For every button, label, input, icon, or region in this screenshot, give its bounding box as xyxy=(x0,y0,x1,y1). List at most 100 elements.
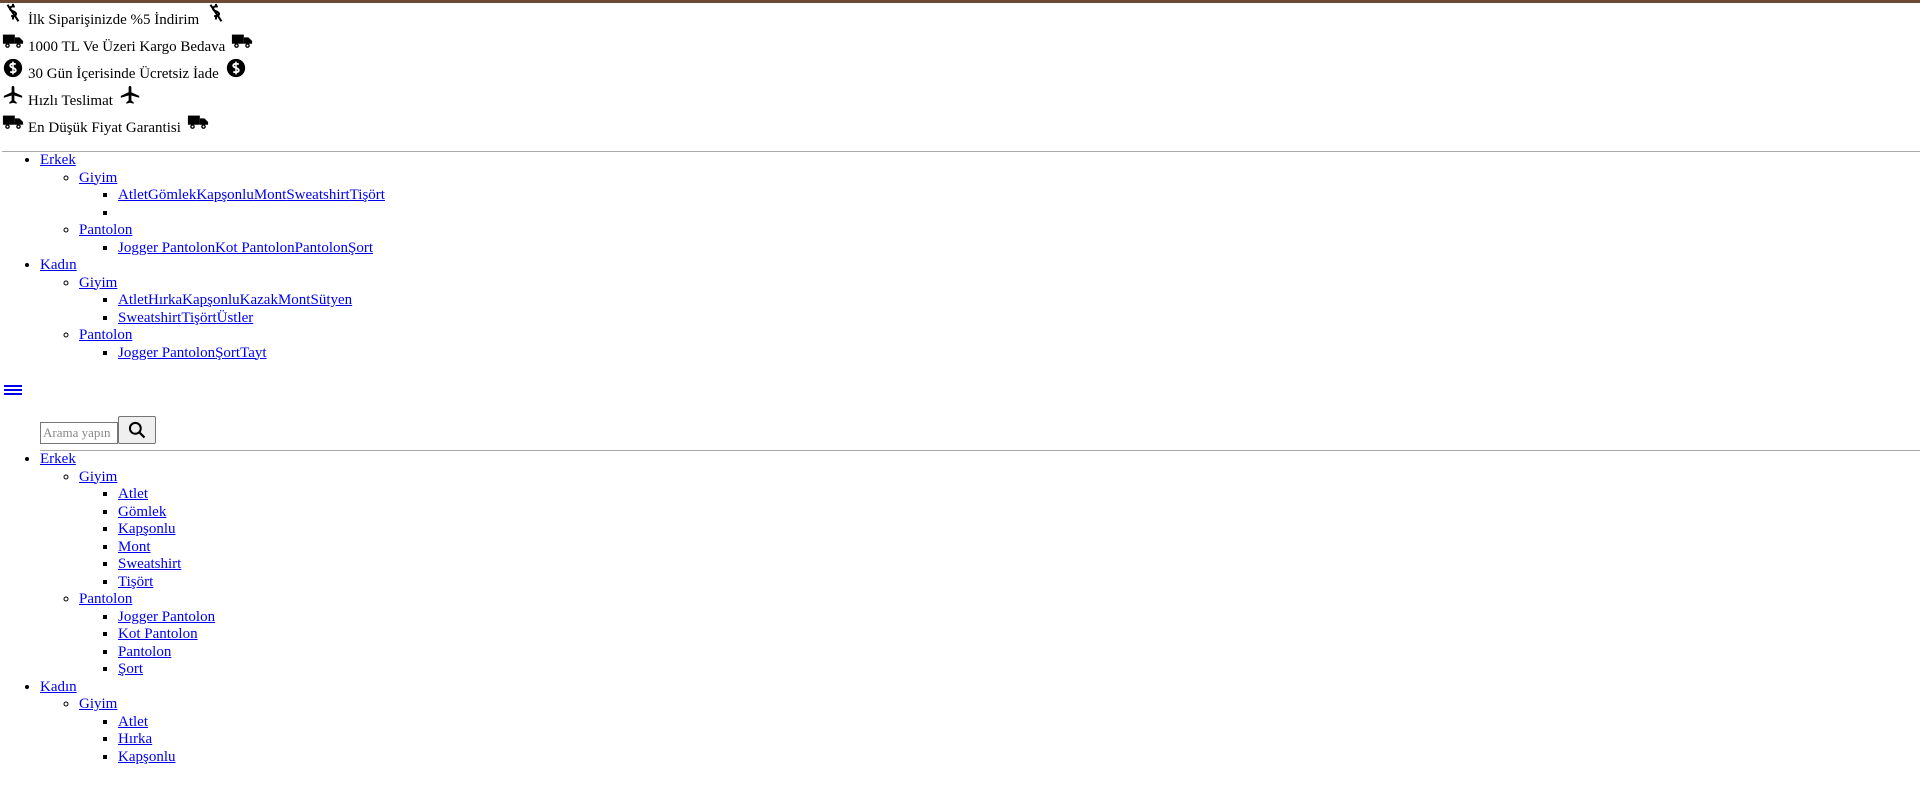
menu-item-kadin: Kadın Giyim AtletHırkaKapşonluKazakMontS… xyxy=(40,257,1920,362)
menu-link-sweatshirt[interactable]: Sweatshirt xyxy=(118,310,181,326)
plane-icon xyxy=(3,85,23,104)
menu-link-jogger-pantolon[interactable]: Jogger Pantolon xyxy=(118,345,215,361)
menu-link-pantolon[interactable]: Pantolon xyxy=(79,591,132,607)
menu-item-pantolon: Pantolon Jogger PantolonŞortTayt xyxy=(79,327,1920,362)
search-icon xyxy=(128,421,146,439)
menu-link-sort[interactable]: Şort xyxy=(118,661,143,677)
menu-item-kadin: Kadın Giyim Atlet Hırka Kapşonlu xyxy=(40,679,1920,767)
menu-link-tayt[interactable]: Tayt xyxy=(240,345,266,361)
list-item: Kapşonlu xyxy=(118,749,1920,767)
submenu: AtletGömlekKapşonluMontSweatshirtTişört xyxy=(79,187,1920,222)
submenu: Giyim Atlet Gömlek Kapşonlu Mont Sweatsh… xyxy=(40,469,1920,679)
menu-link-sort[interactable]: Şort xyxy=(215,345,240,361)
menu-row-empty xyxy=(118,205,1920,223)
promo-text: En Düşük Fiyat Garantisi xyxy=(28,120,181,136)
search-button[interactable] xyxy=(118,416,156,444)
submenu: Giyim Atlet Hırka Kapşonlu xyxy=(40,696,1920,766)
menu-link-kadin[interactable]: Kadın xyxy=(40,679,77,695)
promo-text: İlk Siparişinizde %5 İndirim xyxy=(28,12,200,28)
menu-link-giyim[interactable]: Giyim xyxy=(79,275,117,291)
menu-link-kadin[interactable]: Kadın xyxy=(40,257,77,273)
menu-item-erkek: Erkek Giyim Atlet Gömlek Kapşonlu Mont S… xyxy=(40,451,1920,679)
list-item: Şort xyxy=(118,661,1920,679)
menu-link-mont[interactable]: Mont xyxy=(118,539,151,555)
list-item: Mont xyxy=(118,539,1920,557)
menu-link-sort[interactable]: Şort xyxy=(348,240,373,256)
list-item: Gömlek xyxy=(118,504,1920,522)
submenu: Jogger PantolonKot PantolonPantolonŞort xyxy=(79,240,1920,258)
promo-list: İlk Siparişinizde %5 İndirim 1000 TL Ve … xyxy=(0,3,1920,138)
menu-link-erkek[interactable]: Erkek xyxy=(40,451,76,467)
menu-link-atlet[interactable]: Atlet xyxy=(118,292,148,308)
plane-icon xyxy=(120,85,140,104)
menu-row: Jogger PantolonŞortTayt xyxy=(118,345,1920,363)
menu-item-pantolon: Pantolon Jogger PantolonKot PantolonPant… xyxy=(79,222,1920,257)
menu-link-giyim[interactable]: Giyim xyxy=(79,469,117,485)
truck-icon xyxy=(187,115,208,129)
menu-row: Jogger PantolonKot PantolonPantolonŞort xyxy=(118,240,1920,258)
promo-text: 30 Gün İçerisinde Ücretsiz İade xyxy=(28,66,219,82)
menu-link-tisort[interactable]: Tişört xyxy=(350,187,385,203)
menu-link-tisort[interactable]: Tişört xyxy=(118,574,153,590)
menu-item-pantolon: Pantolon Jogger Pantolon Kot Pantolon Pa… xyxy=(79,591,1920,679)
list-item: Kot Pantolon xyxy=(118,626,1920,644)
menu-link-atlet[interactable]: Atlet xyxy=(118,486,148,502)
submenu: AtletHırkaKapşonluKazakMontSütyen Sweats… xyxy=(79,292,1920,327)
list-item: Atlet xyxy=(118,714,1920,732)
menu-row: AtletGömlekKapşonluMontSweatshirtTişört xyxy=(118,187,1920,205)
menu-link-pantolon[interactable]: Pantolon xyxy=(79,327,132,343)
menu-link-atlet[interactable]: Atlet xyxy=(118,714,148,730)
menu-link-pantolon[interactable]: Pantolon xyxy=(295,240,348,256)
hamburger-menu-icon[interactable] xyxy=(4,382,22,398)
promo-item: Hızlı Teslimat xyxy=(2,84,1920,111)
truck-icon xyxy=(232,34,253,48)
menu-link-sweatshirt[interactable]: Sweatshirt xyxy=(118,556,181,572)
menu-link-gomlek[interactable]: Gömlek xyxy=(118,504,166,520)
menu-link-atlet[interactable]: Atlet xyxy=(118,187,148,203)
menu-item-giyim: Giyim Atlet Hırka Kapşonlu xyxy=(79,696,1920,766)
menu-link-hirka[interactable]: Hırka xyxy=(118,731,152,747)
menu-row: AtletHırkaKapşonluKazakMontSütyen xyxy=(118,292,1920,310)
submenu: Atlet Gömlek Kapşonlu Mont Sweatshirt Ti… xyxy=(79,486,1920,591)
menu-item-erkek: Erkek Giyim AtletGömlekKapşonluMontSweat… xyxy=(40,152,1920,257)
menu-link-jogger-pantolon[interactable]: Jogger Pantolon xyxy=(118,609,215,625)
menu-row: SweatshirtTişörtÜstler xyxy=(118,310,1920,328)
menu-link-kot-pantolon[interactable]: Kot Pantolon xyxy=(118,626,198,642)
menu-link-sutyen[interactable]: Sütyen xyxy=(310,292,352,308)
submenu: Jogger Pantolon Kot Pantolon Pantolon Şo… xyxy=(79,609,1920,679)
list-item: Sweatshirt xyxy=(118,556,1920,574)
menu-link-kot-pantolon[interactable]: Kot Pantolon xyxy=(215,240,295,256)
menu-link-hirka[interactable]: Hırka xyxy=(148,292,182,308)
menu-link-mont[interactable]: Mont xyxy=(278,292,311,308)
list-item: Jogger Pantolon xyxy=(118,609,1920,627)
menu-item-giyim: Giyim AtletGömlekKapşonluMontSweatshirtT… xyxy=(79,170,1920,223)
menu-link-giyim[interactable]: Giyim xyxy=(79,170,117,186)
promo-item: En Düşük Fiyat Garantisi xyxy=(2,111,1920,138)
menu-link-kapsonlu[interactable]: Kapşonlu xyxy=(196,187,254,203)
promo-item: 30 Gün İçerisinde Ücretsiz İade xyxy=(2,57,1920,84)
dollar-circle-icon xyxy=(226,58,245,78)
menu-link-erkek[interactable]: Erkek xyxy=(40,152,76,168)
menu-link-pantolon[interactable]: Pantolon xyxy=(118,644,171,660)
menu-link-kazak[interactable]: Kazak xyxy=(240,292,278,308)
promo-item: İlk Siparişinizde %5 İndirim xyxy=(2,3,1920,30)
submenu: Jogger PantolonŞortTayt xyxy=(79,345,1920,363)
menu-link-kapsonlu[interactable]: Kapşonlu xyxy=(182,292,240,308)
menu-item-giyim: Giyim AtletHırkaKapşonluKazakMontSütyen … xyxy=(79,275,1920,328)
list-item: Hırka xyxy=(118,731,1920,749)
menu-link-jogger-pantolon[interactable]: Jogger Pantolon xyxy=(118,240,215,256)
menu-link-giyim[interactable]: Giyim xyxy=(79,696,117,712)
menu-link-sweatshirt[interactable]: Sweatshirt xyxy=(286,187,349,203)
submenu: Giyim AtletGömlekKapşonluMontSweatshirtT… xyxy=(40,170,1920,258)
search-input[interactable] xyxy=(40,422,118,444)
menu-link-ustler[interactable]: Üstler xyxy=(217,310,254,326)
menu-link-gomlek[interactable]: Gömlek xyxy=(148,187,196,203)
menu-link-kapsonlu[interactable]: Kapşonlu xyxy=(118,749,176,765)
menu-link-pantolon[interactable]: Pantolon xyxy=(79,222,132,238)
menu-link-kapsonlu[interactable]: Kapşonlu xyxy=(118,521,176,537)
menu-link-tisort[interactable]: Tişört xyxy=(181,310,216,326)
desktop-menu: Erkek Giyim AtletGömlekKapşonluMontSweat… xyxy=(0,152,1920,362)
search-form xyxy=(40,416,1920,444)
dollar-circle-icon xyxy=(3,58,23,78)
menu-link-mont[interactable]: Mont xyxy=(254,187,287,203)
